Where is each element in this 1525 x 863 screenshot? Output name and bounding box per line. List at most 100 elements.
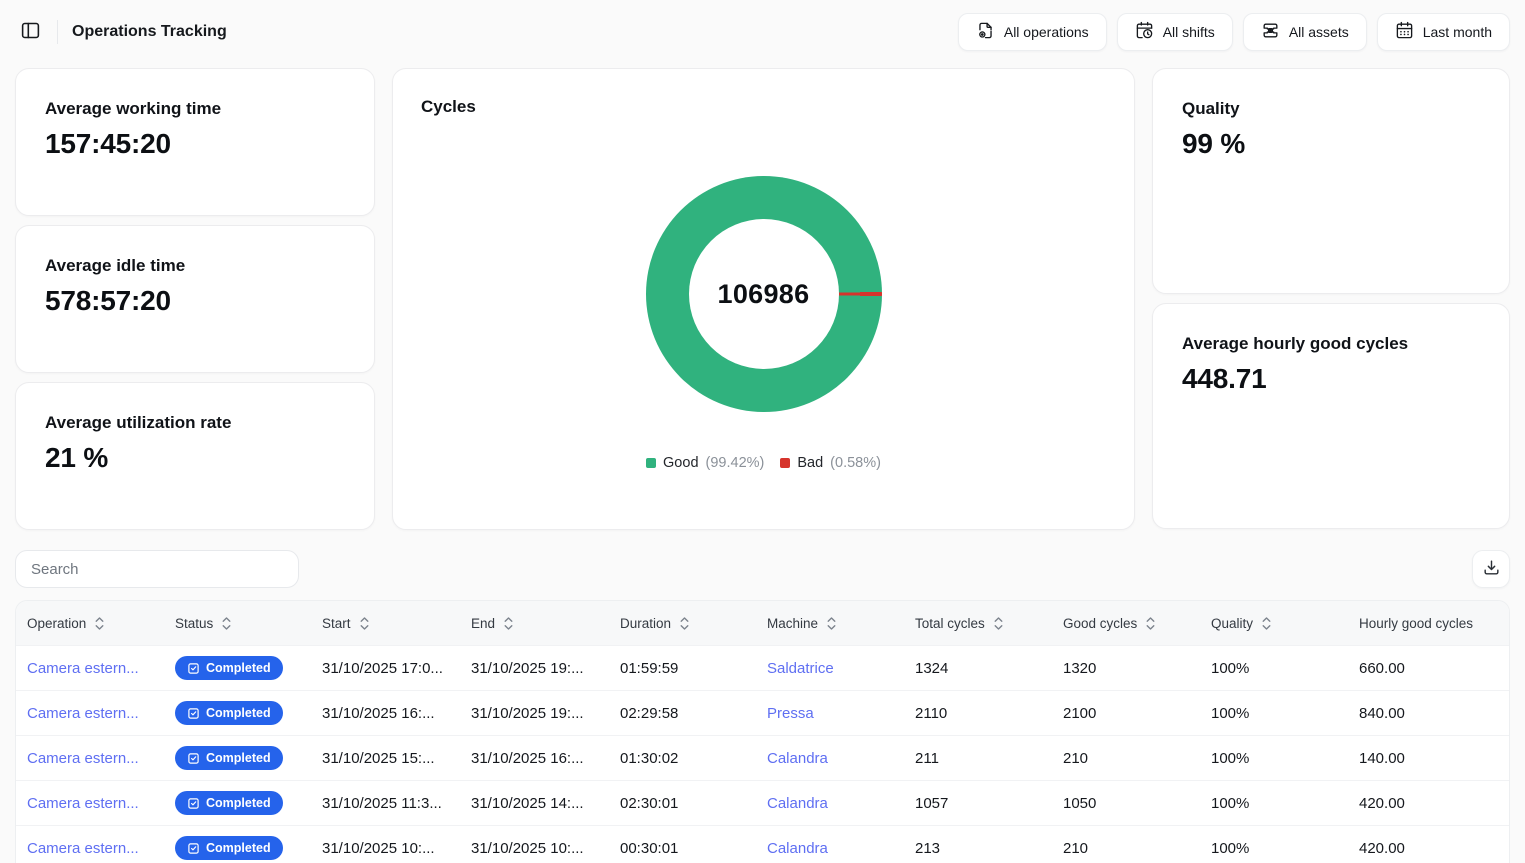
cell-hourly-good-cycles: 420.00 <box>1348 840 1509 857</box>
download-icon <box>1482 558 1501 580</box>
cell-good-cycles: 1050 <box>1052 795 1200 812</box>
cell-good-cycles: 1320 <box>1052 660 1200 677</box>
column-label: Operation <box>27 616 86 631</box>
bad-legend-swatch <box>780 458 790 468</box>
table-row: Camera estern...Completed31/10/2025 10:.… <box>16 825 1509 863</box>
column-header-operation[interactable]: Operation <box>16 616 164 631</box>
kpi-value: 99 % <box>1182 128 1480 160</box>
calendar-clock-icon <box>1135 21 1154 43</box>
all-assets-filter-button[interactable]: All assets <box>1243 13 1367 51</box>
filter-label: All operations <box>1004 24 1089 40</box>
sort-icon <box>503 616 514 631</box>
cell-good-cycles: 210 <box>1052 750 1200 767</box>
all-shifts-filter-button[interactable]: All shifts <box>1117 13 1233 51</box>
chart-legend: Good (99.42%) Bad (0.58%) <box>421 455 1106 471</box>
operation-link[interactable]: Camera estern... <box>27 750 139 767</box>
column-label: Hourly good cycles <box>1359 616 1473 631</box>
legend-item-bad[interactable]: Bad (0.58%) <box>780 455 881 471</box>
cycles-donut-chart[interactable]: 106986 <box>646 176 882 412</box>
operation-link[interactable]: Camera estern... <box>27 660 139 677</box>
machine-link[interactable]: Calandra <box>767 840 828 857</box>
cell-total-cycles: 211 <box>904 750 1052 767</box>
column-header-machine[interactable]: Machine <box>756 616 904 631</box>
table-toolbar <box>15 550 1510 588</box>
column-header-duration[interactable]: Duration <box>609 616 756 631</box>
cell-operation: Camera estern... <box>16 705 164 722</box>
all-operations-filter-button[interactable]: All operations <box>958 13 1107 51</box>
header-divider <box>57 20 58 44</box>
filter-label: Last month <box>1423 24 1492 40</box>
table-row: Camera estern... Completed 31/10/2025 11:3… <box>16 780 1509 825</box>
average-idle-time-card: Average idle time 578:57:20 <box>15 225 375 373</box>
column-label: Quality <box>1211 616 1253 631</box>
check-square-icon <box>187 707 200 720</box>
sort-icon <box>359 616 370 631</box>
cell-operation: Camera estern... <box>16 750 164 767</box>
average-utilization-rate-card: Average utilization rate 21 % <box>15 382 375 530</box>
sort-icon <box>221 616 232 631</box>
column-label: End <box>471 616 495 631</box>
cell-total-cycles: 1057 <box>904 795 1052 812</box>
column-header-quality[interactable]: Quality <box>1200 616 1348 631</box>
machine-link[interactable]: Calandra <box>767 750 828 767</box>
top-bar-filters: All operations All shifts All assets Las… <box>958 13 1510 51</box>
column-header-total-cycles[interactable]: Total cycles <box>904 616 1052 631</box>
column-header-status[interactable]: Status <box>164 616 311 631</box>
operation-link[interactable]: Camera estern... <box>27 795 139 812</box>
status-label: Completed <box>206 706 271 720</box>
sort-icon <box>826 616 837 631</box>
machine-icon <box>1261 21 1280 43</box>
status-badge: Completed <box>175 746 283 770</box>
download-button[interactable] <box>1472 550 1510 588</box>
cell-end: 31/10/2025 16:... <box>460 750 609 767</box>
machine-link[interactable]: Pressa <box>767 705 814 722</box>
column-header-end[interactable]: End <box>460 616 609 631</box>
cell-machine: Pressa <box>756 705 904 722</box>
kpi-value: 448.71 <box>1182 363 1480 395</box>
legend-item-good[interactable]: Good (99.42%) <box>646 455 764 471</box>
sort-icon <box>1145 616 1156 631</box>
sort-icon <box>94 616 105 631</box>
cell-hourly-good-cycles: 660.00 <box>1348 660 1509 677</box>
sort-icon <box>993 616 1004 631</box>
kpi-value: 21 % <box>45 442 345 474</box>
cell-start: 31/10/2025 11:3... <box>311 795 460 812</box>
quality-card: Quality 99 % <box>1152 68 1510 294</box>
machine-link[interactable]: Saldatrice <box>767 660 834 677</box>
check-square-icon <box>187 842 200 855</box>
status-label: Completed <box>206 661 271 675</box>
cell-quality: 100% <box>1200 750 1348 767</box>
operation-link[interactable]: Camera estern... <box>27 840 139 857</box>
legend-percentage: (99.42%) <box>706 455 765 471</box>
search-input[interactable] <box>15 550 299 588</box>
last-month-filter-button[interactable]: Last month <box>1377 13 1510 51</box>
sort-icon <box>1261 616 1272 631</box>
cycles-card-title: Cycles <box>421 97 1106 117</box>
status-label: Completed <box>206 796 271 810</box>
table-body: Camera estern... Completed 31/10/2025 17:0… <box>16 645 1509 863</box>
cell-hourly-good-cycles: 140.00 <box>1348 750 1509 767</box>
column-header-start[interactable]: Start <box>311 616 460 631</box>
cell-status: Completed <box>164 746 311 770</box>
kpi-value: 157:45:20 <box>45 128 345 160</box>
cell-machine: Saldatrice <box>756 660 904 677</box>
status-label: Completed <box>206 751 271 765</box>
status-badge: Completed <box>175 836 283 860</box>
table-row: Camera estern...Completed31/10/2025 15:.… <box>16 735 1509 780</box>
operation-link[interactable]: Camera estern... <box>27 705 139 722</box>
cell-good-cycles: 210 <box>1052 840 1200 857</box>
cell-start: 31/10/2025 17:0... <box>311 660 460 677</box>
operations-file-icon <box>976 21 995 43</box>
column-header-good-cycles[interactable]: Good cycles <box>1052 616 1200 631</box>
machine-link[interactable]: Calandra <box>767 795 828 812</box>
kpi-label: Quality <box>1182 99 1480 119</box>
panel-left-icon <box>20 20 41 44</box>
table-row: Camera estern... Completed 31/10/2025 17:0… <box>16 645 1509 690</box>
legend-label: Good <box>663 455 698 471</box>
check-square-icon <box>187 797 200 810</box>
sidebar-toggle-button[interactable] <box>18 18 43 46</box>
cell-duration: 02:30:01 <box>609 795 756 812</box>
calendar-icon <box>1395 21 1414 43</box>
status-badge: Completed <box>175 791 283 815</box>
cell-machine: Calandra <box>756 795 904 812</box>
